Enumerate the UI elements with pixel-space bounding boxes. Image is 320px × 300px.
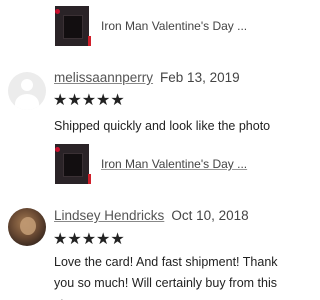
product-thumbnail[interactable] (53, 144, 91, 184)
heart-icon (55, 147, 60, 152)
product-reference[interactable]: Iron Man Valentine's Day ... (53, 144, 247, 184)
review-text: Shipped quickly and look like the photo (54, 119, 271, 133)
reviews-page: Iron Man Valentine's Day ... melissaannp… (0, 0, 300, 300)
review-meta: Lindsey Hendricks Oct 10, 2018 (54, 208, 249, 223)
heart-icon (55, 9, 60, 14)
reviewer-name-link[interactable]: Lindsey Hendricks (54, 208, 164, 223)
star-rating: ★★★★★ (53, 90, 125, 109)
review-text: Love the card! And fast shipment! Thank … (54, 255, 278, 300)
review-meta: melissaannperry Feb 13, 2019 (54, 70, 240, 85)
avatar[interactable] (8, 208, 46, 246)
reviewer-name-link[interactable]: melissaannperry (54, 70, 153, 85)
review-date: Feb 13, 2019 (160, 70, 240, 85)
product-reference[interactable]: Iron Man Valentine's Day ... (53, 6, 247, 46)
review-date: Oct 10, 2018 (171, 208, 249, 223)
star-rating: ★★★★★ (53, 229, 125, 248)
product-title-link[interactable]: Iron Man Valentine's Day ... (101, 157, 247, 171)
avatar[interactable] (8, 72, 46, 110)
product-title[interactable]: Iron Man Valentine's Day ... (101, 19, 247, 33)
product-thumbnail[interactable] (53, 6, 91, 46)
